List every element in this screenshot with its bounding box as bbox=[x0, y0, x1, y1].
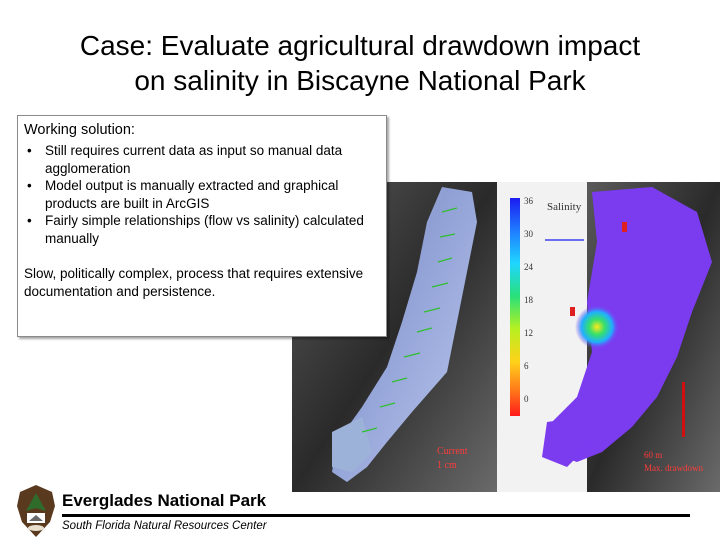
scale-tick: 12 bbox=[524, 328, 533, 338]
scale-tick: 6 bbox=[524, 361, 529, 371]
bullet-icon: • bbox=[27, 178, 32, 193]
scale-tick: 30 bbox=[524, 229, 534, 239]
list-item-text: Still requires current data as input so … bbox=[45, 143, 343, 176]
slide-title: Case: Evaluate agricultural drawdown imp… bbox=[0, 28, 720, 98]
scale-tick: 18 bbox=[524, 295, 534, 305]
list-item-text: Fairly simple relationships (flow vs sal… bbox=[45, 213, 364, 246]
bullet-icon: • bbox=[27, 213, 32, 228]
right-caption-2: Max. drawdown bbox=[644, 463, 703, 473]
left-caption-1: Current bbox=[437, 446, 468, 457]
nps-arrowhead-logo bbox=[17, 485, 55, 537]
working-solution-box: Working solution: • Still requires curren… bbox=[17, 115, 387, 337]
list-item: • Model output is manually extracted and … bbox=[24, 177, 378, 212]
list-item: • Fairly simple relationships (flow vs sa… bbox=[24, 212, 378, 247]
bullet-icon: • bbox=[27, 143, 32, 158]
slide-title-line1: Case: Evaluate agricultural drawdown imp… bbox=[79, 30, 641, 61]
footer-organization: Everglades National Park bbox=[62, 491, 267, 510]
list-item: • Still requires current data as input so… bbox=[24, 142, 378, 177]
scale-tick: 24 bbox=[524, 262, 534, 272]
slide-title-line2: on salinity in Biscayne National Park bbox=[134, 65, 586, 96]
scale-tick: 36 bbox=[524, 196, 534, 206]
footer-divider bbox=[62, 514, 690, 517]
left-caption-2: 1 cm bbox=[437, 460, 457, 471]
working-solution-heading: Working solution: bbox=[24, 122, 135, 138]
process-note: Slow, politically complex, process that … bbox=[24, 266, 364, 299]
working-solution-list: • Still requires current data as input so… bbox=[24, 142, 378, 247]
footer-subtitle: South Florida Natural Resources Center bbox=[62, 520, 267, 532]
right-caption-1: 60 m bbox=[644, 450, 662, 460]
list-item-text: Model output is manually extracted and g… bbox=[45, 178, 339, 211]
salinity-label: Salinity bbox=[547, 201, 582, 213]
scale-tick: 0 bbox=[524, 394, 529, 404]
